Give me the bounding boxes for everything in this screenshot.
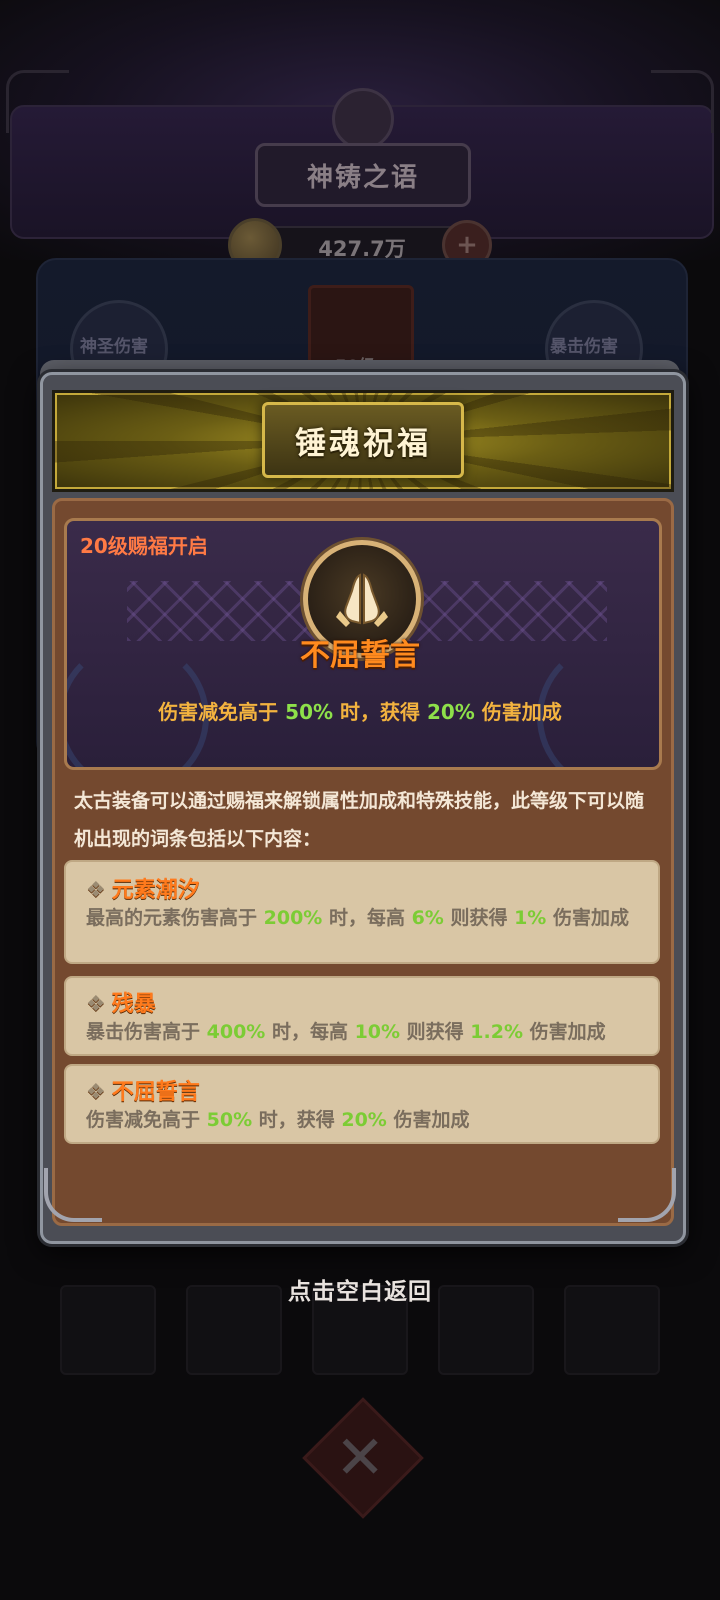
corner-ornament-icon (651, 70, 714, 133)
intro-text: 太古装备可以通过赐福来解锁属性加成和特殊技能，此等级下可以随机出现的词条包括以下… (74, 790, 645, 850)
crest-icon (332, 88, 394, 150)
blessing-unlock-text: 20级赐福开启 (80, 534, 208, 558)
affix-title: ❖ 元素潮汐 (86, 872, 200, 904)
affix-title-text: 不屈誓言 (111, 1080, 200, 1105)
diamond-icon: ❖ (86, 992, 106, 1017)
affix-desc-text: 最高的元素伤害高于 (86, 907, 264, 929)
affix-option-card: ❖ 元素潮汐 最高的元素伤害高于 200% 时，每高 6% 则获得 1% 伤害加成 (64, 860, 660, 964)
affix-description: 暴击伤害高于 400% 时，每高 10% 则获得 1.2% 伤害加成 (86, 1018, 636, 1046)
modal-title-plate: 锤魂祝福 (262, 402, 464, 478)
affix-desc-value: 6% (411, 907, 444, 929)
affix-desc-text: 时，获得 (252, 1109, 342, 1131)
diamond-icon: ❖ (86, 1080, 106, 1105)
affix-desc-text: 伤害减免高于 (86, 1109, 207, 1131)
left-item-label: 神圣伤害 (80, 337, 148, 357)
affix-desc-value: 50% (206, 1109, 253, 1131)
affix-desc-value: 1% (514, 907, 547, 929)
affix-desc-value: 400% (206, 1021, 266, 1043)
blessing-desc-text: 时，获得 (333, 700, 427, 724)
background-title: 神铸之语 (306, 162, 419, 193)
affix-description: 最高的元素伤害高于 200% 时，每高 6% 则获得 1% 伤害加成 (86, 904, 636, 932)
affix-desc-value: 1.2% (470, 1021, 523, 1043)
affix-desc-value: 10% (354, 1021, 401, 1043)
affix-option-card: ❖ 残暴 暴击伤害高于 400% 时，每高 10% 则获得 1.2% 伤害加成 (64, 976, 660, 1056)
background-title-plate: 神铸之语 (255, 143, 471, 207)
praying-hands-glyph (336, 573, 388, 627)
blessing-desc-text: 伤害减免高于 (158, 700, 286, 724)
affix-desc-text: 伤害加成 (546, 907, 629, 929)
affix-desc-text: 暴击伤害高于 (86, 1021, 207, 1043)
blessing-desc-text: 伤害加成 (474, 700, 562, 724)
blessing-desc-value: 50% (285, 700, 334, 724)
affix-title-text: 残暴 (111, 992, 156, 1017)
affix-desc-text: 则获得 (443, 907, 515, 929)
affix-desc-text: 时，每高 (322, 907, 412, 929)
affix-desc-text: 伤害加成 (386, 1109, 470, 1131)
affix-title-text: 元素潮汐 (111, 878, 200, 903)
affix-option-card: ❖ 不屈誓言 伤害减免高于 50% 时，获得 20% 伤害加成 (64, 1064, 660, 1144)
affix-title: ❖ 不屈誓言 (86, 1074, 200, 1106)
blessing-desc-value: 20% (426, 700, 475, 724)
affix-desc-value: 200% (263, 907, 323, 929)
blessing-name: 不屈誓言 (300, 638, 420, 673)
affix-desc-text: 则获得 (400, 1021, 471, 1043)
diamond-icon: ❖ (86, 878, 106, 903)
blessing-description: 伤害减免高于 50% 时，获得 20% 伤害加成 (64, 696, 656, 725)
affix-desc-text: 时，每高 (265, 1021, 355, 1043)
affix-description: 伤害减免高于 50% 时，获得 20% 伤害加成 (86, 1106, 636, 1134)
corner-ornament-icon (6, 70, 69, 133)
modal-title: 锤魂祝福 (295, 425, 431, 462)
right-item-label: 暴击伤害 (550, 337, 618, 357)
affix-desc-value: 20% (341, 1109, 387, 1131)
tap-to-return-text[interactable]: 点击空白返回 (0, 1272, 720, 1306)
crossed-swords-icon: ✕ (335, 1423, 386, 1493)
corner-ornament-icon (44, 1168, 102, 1222)
affix-title: ❖ 残暴 (86, 986, 156, 1018)
affix-desc-text: 伤害加成 (522, 1021, 606, 1043)
